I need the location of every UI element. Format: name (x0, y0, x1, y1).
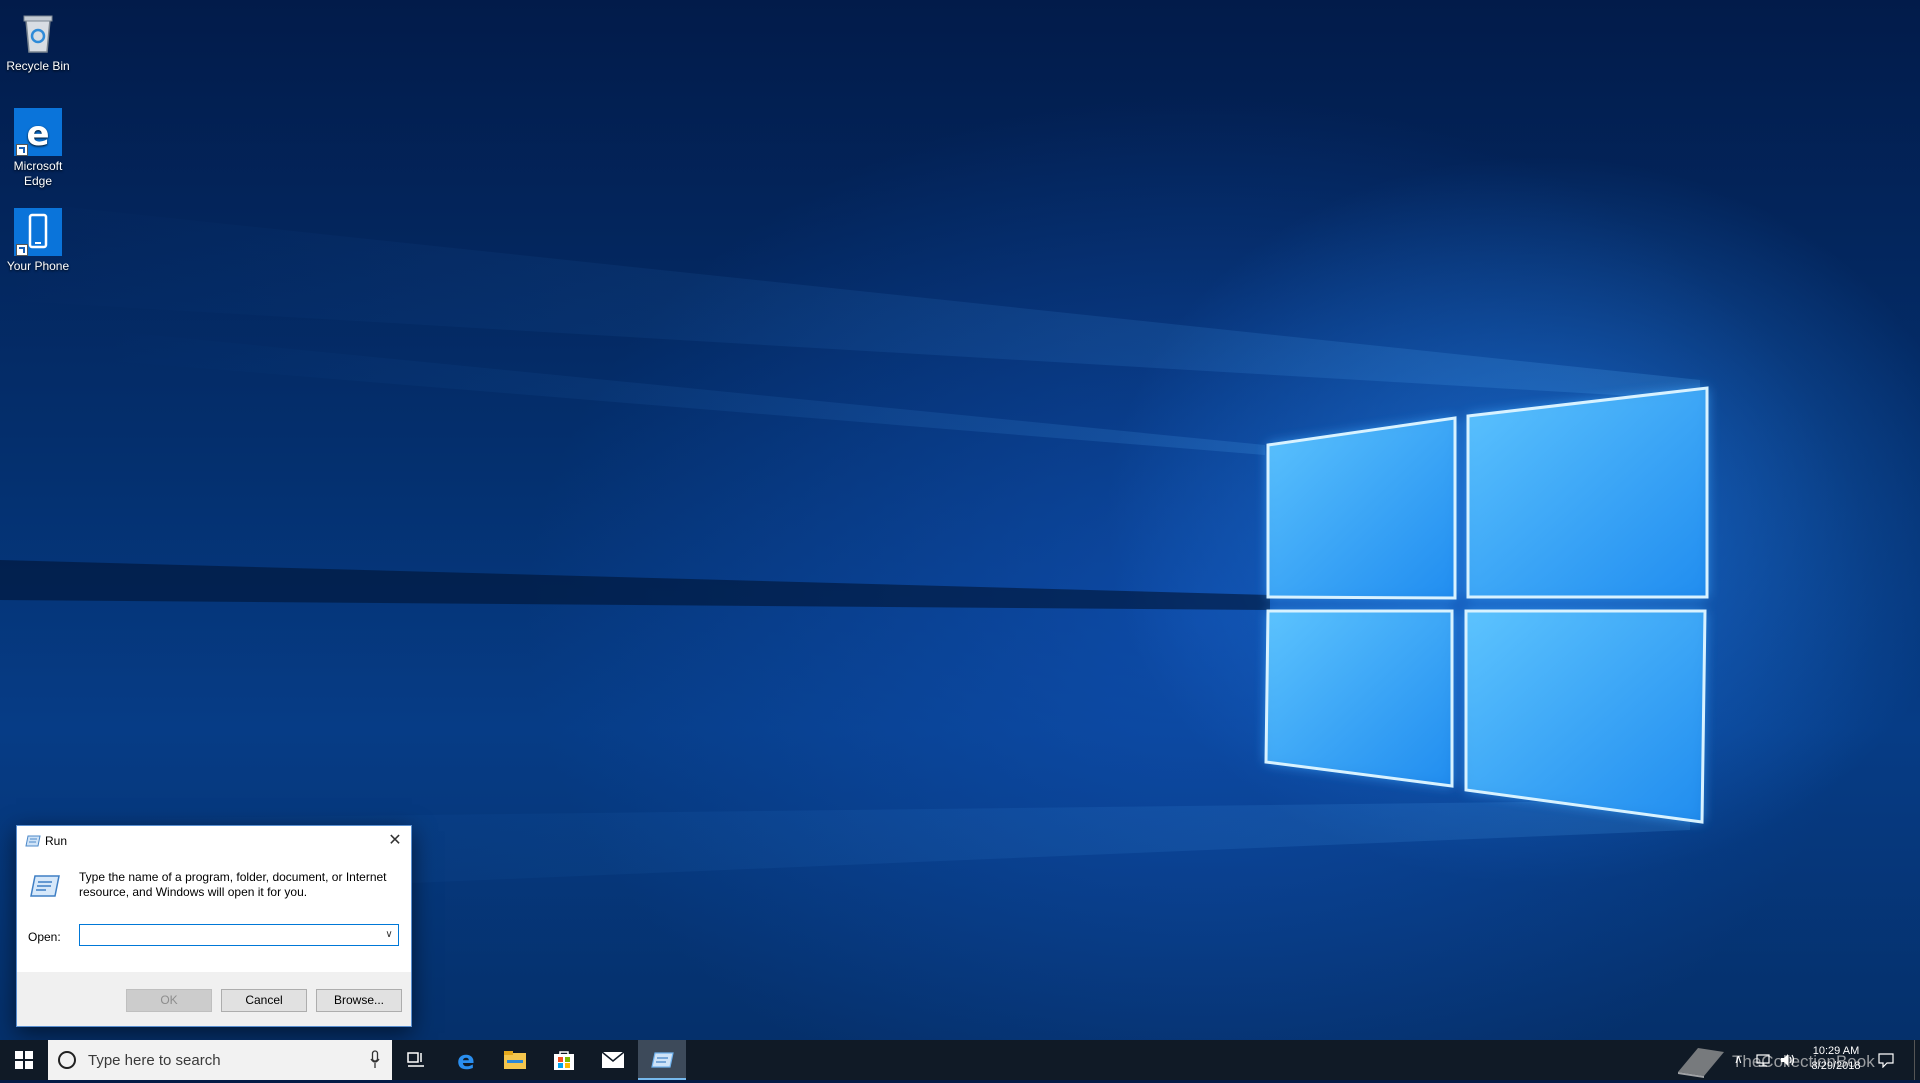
edge-icon: e (14, 108, 62, 156)
ok-button[interactable]: OK (126, 989, 212, 1012)
windows-logo-icon (15, 1051, 33, 1069)
search-placeholder: Type here to search (88, 1052, 221, 1069)
desktop-icon-recycle-bin[interactable]: Recycle Bin (0, 8, 76, 74)
shortcut-arrow-icon (16, 144, 28, 156)
store-icon (554, 1051, 574, 1070)
open-combobox[interactable]: ∨ (79, 924, 399, 946)
mail-icon (601, 1051, 625, 1068)
desktop-icon-your-phone[interactable]: Your Phone (0, 208, 76, 274)
book-icon (1678, 1048, 1724, 1078)
system-clock[interactable]: 10:29 AM 8/29/2018 (1800, 1044, 1872, 1074)
browse-button[interactable]: Browse... (316, 989, 402, 1012)
search-box[interactable]: Type here to search (48, 1040, 392, 1080)
run-icon (651, 1052, 674, 1068)
run-icon (28, 870, 60, 902)
chevron-down-icon[interactable]: ∨ (380, 925, 398, 945)
taskbar-edge-button[interactable]: e (442, 1040, 490, 1080)
clock-time: 10:29 AM (1812, 1045, 1860, 1057)
close-button[interactable]: ✕ (379, 826, 411, 856)
edge-icon: e (457, 1048, 475, 1072)
run-footer: OK Cancel Browse... (17, 972, 411, 1028)
task-view-button[interactable] (392, 1040, 440, 1080)
volume-icon[interactable] (1780, 1052, 1796, 1068)
clock-date: 8/29/2018 (1811, 1060, 1861, 1072)
microphone-icon[interactable] (370, 1050, 380, 1070)
taskbar-mail-button[interactable] (589, 1040, 637, 1080)
desktop-icon-label: Microsoft Edge (13, 159, 63, 188)
run-dialog: Run ✕ Type the name of a program, folder… (16, 825, 412, 1027)
notification-icon[interactable] (1878, 1052, 1894, 1069)
open-input[interactable] (82, 926, 374, 944)
show-desktop-button[interactable] (1914, 1040, 1920, 1080)
svg-text:e: e (26, 114, 49, 154)
run-body: Type the name of a program, folder, docu… (17, 856, 411, 972)
cortana-icon (58, 1051, 76, 1069)
taskbar-run-button[interactable] (638, 1040, 686, 1080)
desktop-icon-label: Your Phone (6, 259, 70, 273)
open-label: Open: (28, 930, 61, 944)
taskbar: Type here to search e TheCollectionBook … (0, 1040, 1920, 1080)
run-icon (25, 834, 41, 848)
cancel-button[interactable]: Cancel (221, 989, 307, 1012)
start-button[interactable] (0, 1040, 48, 1080)
taskbar-file-explorer-button[interactable] (491, 1040, 539, 1080)
shortcut-arrow-icon (16, 244, 28, 256)
dialog-title: Run (45, 834, 68, 848)
run-titlebar[interactable]: Run ✕ (17, 826, 411, 856)
svg-text:e: e (457, 1048, 475, 1072)
chevron-up-icon[interactable]: ∧ (1734, 1052, 1743, 1066)
network-icon[interactable] (1756, 1052, 1772, 1068)
task-view-icon (407, 1052, 424, 1067)
taskbar-store-button[interactable] (540, 1040, 588, 1080)
run-description: Type the name of a program, folder, docu… (79, 870, 387, 899)
desktop-icon-label: Recycle Bin (6, 59, 70, 73)
file-explorer-icon (504, 1051, 526, 1069)
phone-icon (14, 208, 62, 256)
recycle-bin-icon (14, 8, 62, 56)
desktop-icon-microsoft-edge[interactable]: e Microsoft Edge (0, 108, 76, 189)
